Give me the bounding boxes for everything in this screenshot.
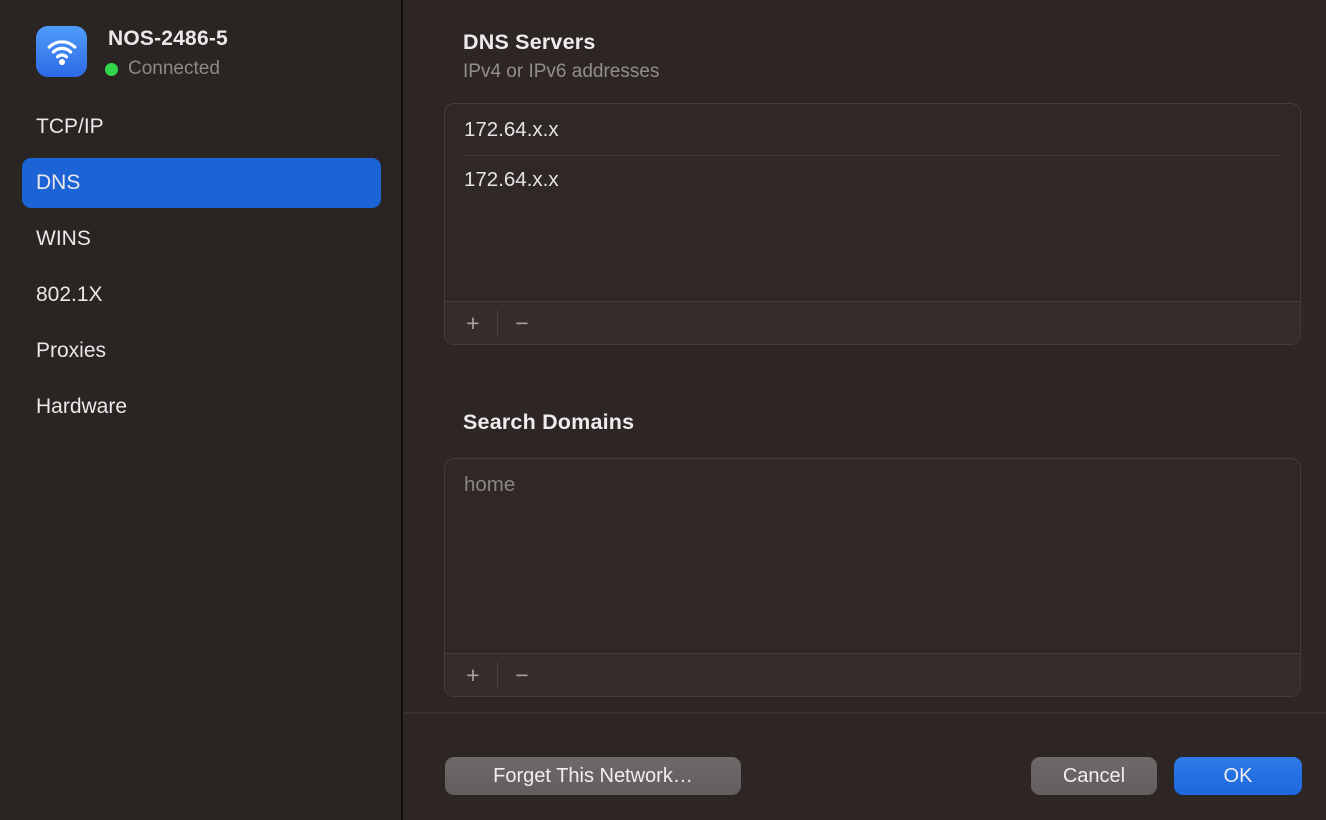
search-domain-entry[interactable]: home [445, 459, 1300, 510]
wifi-icon [36, 26, 87, 77]
search-domains-list-toolbar: + − [445, 653, 1300, 696]
network-details-window: NOS-2486-5 Connected TCP/IP DNS WINS 802… [0, 0, 1326, 820]
dns-server-entry[interactable]: 172.64.x.x [445, 156, 1300, 204]
sidebar-nav: TCP/IP DNS WINS 802.1X Proxies Hardware [22, 102, 381, 438]
add-dns-server-button[interactable]: + [457, 308, 489, 338]
forget-network-button[interactable]: Forget This Network… [445, 757, 741, 795]
sidebar: NOS-2486-5 Connected TCP/IP DNS WINS 802… [0, 0, 403, 820]
remove-search-domain-button[interactable]: − [506, 660, 538, 690]
dns-server-entry[interactable]: 172.64.x.x [445, 104, 1300, 155]
sidebar-item-label: 802.1X [36, 283, 103, 307]
dns-server-value: 172.64.x.x [464, 118, 559, 142]
dns-servers-list: 172.64.x.x 172.64.x.x + − [444, 103, 1301, 345]
ok-button[interactable]: OK [1174, 757, 1302, 795]
footer-divider [403, 712, 1326, 714]
sidebar-item-8021x[interactable]: 802.1X [22, 270, 381, 320]
sidebar-item-hardware[interactable]: Hardware [22, 382, 381, 432]
sidebar-item-dns[interactable]: DNS [22, 158, 381, 208]
sidebar-item-label: TCP/IP [36, 115, 104, 139]
sidebar-item-label: WINS [36, 227, 91, 251]
connected-status-dot-icon [105, 63, 118, 76]
sidebar-item-label: Hardware [36, 395, 127, 419]
cancel-button[interactable]: Cancel [1031, 757, 1157, 795]
search-domain-value: home [464, 473, 515, 497]
plus-icon: + [466, 661, 479, 689]
search-domains-title: Search Domains [463, 410, 634, 435]
search-domains-list: home + − [444, 458, 1301, 697]
sidebar-item-label: Proxies [36, 339, 106, 363]
dns-server-value: 172.64.x.x [464, 168, 559, 192]
dns-settings-panel: DNS Servers IPv4 or IPv6 addresses 172.6… [403, 0, 1326, 820]
network-name: NOS-2486-5 [108, 27, 228, 51]
toolbar-separator [497, 310, 498, 337]
connected-status-label: Connected [128, 58, 220, 80]
sidebar-item-proxies[interactable]: Proxies [22, 326, 381, 376]
sidebar-item-label: DNS [36, 171, 80, 195]
dns-servers-title: DNS Servers [463, 30, 595, 55]
minus-icon: − [515, 309, 528, 337]
minus-icon: − [515, 661, 528, 689]
network-status: Connected [105, 58, 220, 80]
sidebar-item-tcpip[interactable]: TCP/IP [22, 102, 381, 152]
remove-dns-server-button[interactable]: − [506, 308, 538, 338]
sidebar-item-wins[interactable]: WINS [22, 214, 381, 264]
toolbar-separator [497, 662, 498, 689]
plus-icon: + [466, 309, 479, 337]
dns-servers-subtitle: IPv4 or IPv6 addresses [463, 61, 659, 83]
add-search-domain-button[interactable]: + [457, 660, 489, 690]
dns-servers-list-toolbar: + − [445, 301, 1300, 344]
